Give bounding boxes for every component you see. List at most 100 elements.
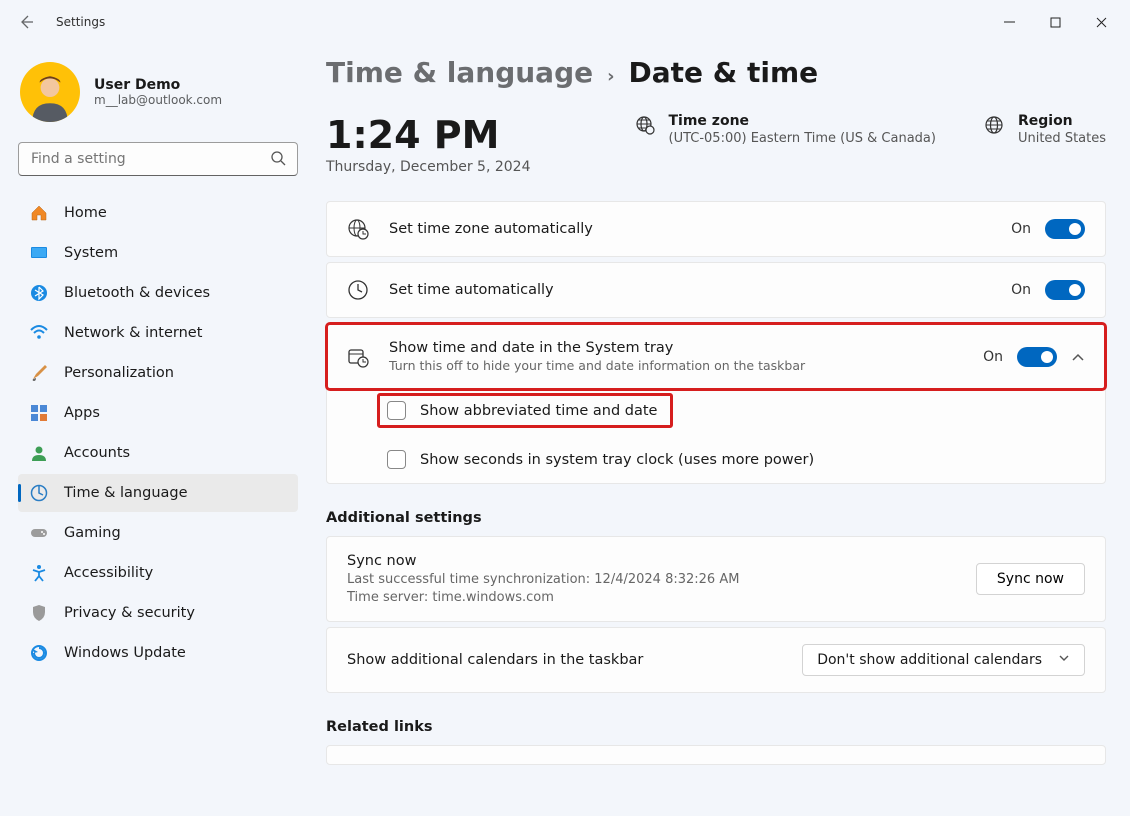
row-tray-header[interactable]: Show time and date in the System tray Tu… (327, 324, 1105, 389)
nav-time-language[interactable]: Time & language (18, 474, 298, 512)
nav-update[interactable]: Windows Update (18, 634, 298, 672)
row-show-seconds[interactable]: Show seconds in system tray clock (uses … (327, 436, 1105, 483)
profile-email: m__lab@outlook.com (94, 93, 222, 107)
breadcrumb: Time & language › Date & time (326, 52, 1106, 89)
nav-label: Gaming (64, 525, 121, 541)
nav-label: Privacy & security (64, 605, 195, 621)
toggle-state: On (1011, 282, 1031, 298)
nav-label: Apps (64, 405, 100, 421)
sync-title: Sync now (347, 553, 739, 569)
minimize-button[interactable] (986, 6, 1032, 38)
nav-accessibility[interactable]: Accessibility (18, 554, 298, 592)
sync-last: Last successful time synchronization: 12… (347, 572, 739, 587)
toggle-tray[interactable] (1017, 347, 1057, 367)
breadcrumb-current: Date & time (629, 56, 819, 89)
calendar-clock-icon (347, 346, 369, 368)
nav-gaming[interactable]: Gaming (18, 514, 298, 552)
bluetooth-icon (30, 284, 48, 302)
nav-apps[interactable]: Apps (18, 394, 298, 432)
avatar (20, 62, 80, 122)
apps-icon (30, 404, 48, 422)
checkbox-label: Show abbreviated time and date (420, 403, 657, 419)
search-input[interactable] (18, 142, 298, 176)
wifi-icon (30, 324, 48, 342)
section-additional: Additional settings (326, 510, 1106, 526)
nav-label: Accounts (64, 445, 130, 461)
nav-system[interactable]: System (18, 234, 298, 272)
current-date: Thursday, December 5, 2024 (326, 159, 530, 175)
row-title: Set time zone automatically (389, 221, 991, 237)
brush-icon (30, 364, 48, 382)
region-label: Region (1018, 113, 1106, 129)
main-content: Time & language › Date & time 1:24 PM Th… (310, 44, 1130, 816)
home-icon (30, 204, 48, 222)
window-title: Settings (56, 15, 105, 29)
profile-block[interactable]: User Demo m__lab@outlook.com (18, 56, 298, 142)
sidebar: User Demo m__lab@outlook.com Home System… (0, 44, 310, 816)
search-icon (270, 150, 286, 170)
globe-icon (635, 115, 655, 135)
region-value: United States (1018, 131, 1106, 146)
card-time-auto: Set time automatically On (326, 262, 1106, 318)
back-button[interactable] (16, 12, 36, 32)
nav-personalization[interactable]: Personalization (18, 354, 298, 392)
tz-label: Time zone (669, 113, 936, 129)
nav: Home System Bluetooth & devices Network … (18, 194, 298, 672)
person-icon (30, 444, 48, 462)
profile-name: User Demo (94, 77, 222, 93)
toggle-state: On (1011, 221, 1031, 237)
nav-label: Windows Update (64, 645, 186, 661)
nav-label: Accessibility (64, 565, 153, 581)
select-value: Don't show additional calendars (817, 652, 1042, 668)
checkbox-seconds[interactable] (387, 450, 406, 469)
nav-label: Time & language (64, 485, 188, 501)
checkbox-label: Show seconds in system tray clock (uses … (420, 452, 814, 468)
row-abbreviated[interactable]: Show abbreviated time and date (377, 393, 673, 428)
gamepad-icon (30, 524, 48, 542)
titlebar: Settings (0, 0, 1130, 44)
row-title: Set time automatically (389, 282, 991, 298)
card-related-placeholder (326, 745, 1106, 765)
breadcrumb-parent[interactable]: Time & language (326, 56, 593, 89)
row-title: Show time and date in the System tray (389, 340, 963, 356)
sync-server: Time server: time.windows.com (347, 590, 739, 605)
shield-icon (30, 604, 48, 622)
nav-accounts[interactable]: Accounts (18, 434, 298, 472)
card-calendars: Show additional calendars in the taskbar… (326, 627, 1106, 693)
checkbox-abbreviated[interactable] (387, 401, 406, 420)
maximize-button[interactable] (1032, 6, 1078, 38)
region-block: Region United States (984, 113, 1106, 146)
globe-clock-icon (30, 484, 48, 502)
calendars-select[interactable]: Don't show additional calendars (802, 644, 1085, 676)
card-sync: Sync now Last successful time synchroniz… (326, 536, 1106, 622)
toggle-tz-auto[interactable] (1045, 219, 1085, 239)
nav-label: Home (64, 205, 107, 221)
nav-label: Personalization (64, 365, 174, 381)
nav-privacy[interactable]: Privacy & security (18, 594, 298, 632)
sync-now-button[interactable]: Sync now (976, 563, 1085, 595)
region-icon (984, 115, 1004, 135)
clock-icon (347, 279, 369, 301)
timezone-block: Time zone (UTC-05:00) Eastern Time (US &… (635, 113, 936, 146)
nav-home[interactable]: Home (18, 194, 298, 232)
card-tz-auto: Set time zone automatically On (326, 201, 1106, 257)
system-icon (30, 244, 48, 262)
close-button[interactable] (1078, 6, 1124, 38)
globe-clock-icon (347, 218, 369, 240)
toggle-time-auto[interactable] (1045, 280, 1085, 300)
update-icon (30, 644, 48, 662)
section-related: Related links (326, 719, 1106, 735)
chevron-up-icon[interactable] (1071, 350, 1085, 364)
nav-bluetooth[interactable]: Bluetooth & devices (18, 274, 298, 312)
nav-label: Network & internet (64, 325, 202, 341)
nav-label: Bluetooth & devices (64, 285, 210, 301)
tz-value: (UTC-05:00) Eastern Time (US & Canada) (669, 131, 936, 146)
nav-network[interactable]: Network & internet (18, 314, 298, 352)
nav-label: System (64, 245, 118, 261)
row-subtitle: Turn this off to hide your time and date… (389, 358, 963, 373)
toggle-state: On (983, 349, 1003, 365)
calendars-label: Show additional calendars in the taskbar (347, 652, 782, 668)
current-time: 1:24 PM (326, 113, 530, 157)
chevron-down-icon (1058, 652, 1070, 668)
card-tray: Show time and date in the System tray Tu… (326, 323, 1106, 484)
